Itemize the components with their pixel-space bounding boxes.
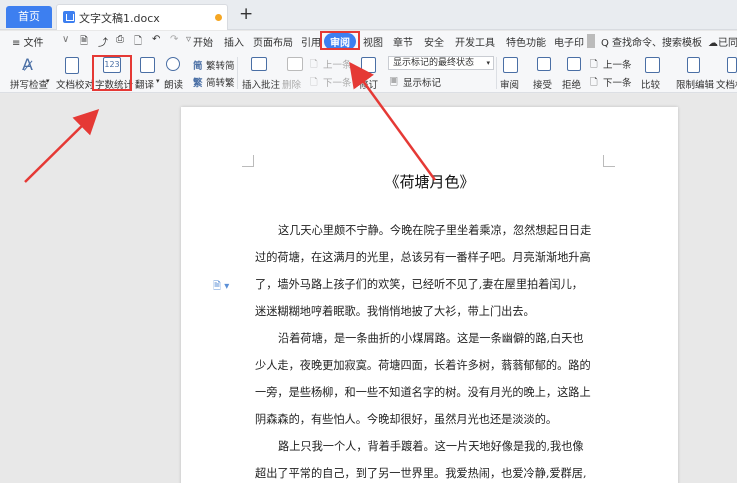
paragraph-options-icon[interactable]: 🗎 ▾ bbox=[213, 279, 229, 296]
new-tab-button[interactable]: + bbox=[239, 4, 253, 24]
unsaved-indicator-icon bbox=[215, 14, 222, 21]
review-pane-icon bbox=[503, 57, 518, 73]
menu-tab-developer[interactable]: 开发工具 bbox=[455, 34, 495, 49]
translate-label: 翻译 bbox=[135, 80, 155, 91]
text-line[interactable]: 这几天心里颇不宁静。今晚在院子里坐着乘凉，忽然想起日日走 bbox=[255, 217, 605, 244]
word-count-highlight-box bbox=[92, 55, 132, 91]
compare-label: 比较 bbox=[641, 80, 661, 91]
markup-mode-select[interactable]: 显示标记的最终状态 ▾ bbox=[388, 56, 494, 70]
translate-dropdown-icon[interactable]: ▾ bbox=[156, 77, 160, 85]
menu-tab-view[interactable]: 视图 bbox=[363, 34, 383, 49]
text-line[interactable]: 沿着荷塘，是一条曲折的小煤屑路。这是一条幽僻的路,白天也 bbox=[255, 325, 605, 352]
track-changes-icon bbox=[361, 57, 376, 73]
accept-check-icon bbox=[537, 57, 551, 71]
page-corner-mark bbox=[242, 155, 254, 167]
reject-icon bbox=[567, 57, 581, 71]
doc-rights-icon bbox=[727, 57, 737, 73]
quick-access-save-icon[interactable]: 🗎 bbox=[80, 34, 88, 51]
document-body[interactable]: 这几天心里颇不宁静。今晚在院子里坐着乘凉，忽然想起日日走 过的荷塘，在这满月的光… bbox=[255, 217, 605, 483]
tab-bar: 首页 文字文稿1.docx + bbox=[0, 0, 737, 30]
spellcheck-label: 拼写检查 bbox=[10, 80, 49, 91]
page-corner-mark bbox=[603, 155, 615, 167]
menu-bar: ≡ 文件 ∨ 🗎 ⤴ ⎙ 🗋 ↶ ↷ ▿ 开始 插入 页面布局 引用 审阅 视图… bbox=[0, 31, 737, 53]
compare-icon bbox=[645, 57, 660, 73]
text-line[interactable]: 过的荷塘，在这满月的光里，总该另有一番样子吧。月亮渐渐地升高 bbox=[255, 244, 605, 271]
ribbon-divider bbox=[496, 57, 497, 89]
menu-tab-home[interactable]: 开始 bbox=[193, 34, 213, 49]
document-workspace[interactable]: 《荷塘月色》 这几天心里颇不宁静。今晚在院子里坐着乘凉，忽然想起日日走 过的荷塘… bbox=[0, 94, 737, 483]
accept-label: 接受 bbox=[533, 80, 553, 91]
delete-comment-icon bbox=[287, 57, 303, 71]
menu-overflow-icon[interactable] bbox=[587, 34, 595, 48]
menu-tab-insert[interactable]: 插入 bbox=[224, 34, 244, 49]
document-page[interactable]: 《荷塘月色》 这几天心里颇不宁静。今晚在院子里坐着乘凉，忽然想起日日走 过的荷塘… bbox=[181, 107, 678, 483]
doc-check-icon bbox=[65, 57, 79, 74]
restrict-edit-label: 限制编辑 bbox=[676, 80, 715, 91]
redo-icon[interactable]: ↷ bbox=[170, 34, 178, 45]
tab-document[interactable]: 文字文稿1.docx bbox=[56, 4, 228, 30]
menu-tab-features[interactable]: 特色功能 bbox=[506, 34, 546, 49]
trad-to-simp-icon: 简 bbox=[193, 61, 203, 72]
text-line[interactable]: 一旁，是些杨柳，和一些不知道名字的树。没有月光的晚上，这路上 bbox=[255, 379, 605, 406]
prev-comment-icon: 🗋 bbox=[310, 59, 318, 70]
doc-rights-label: 文档权 bbox=[716, 80, 737, 91]
text-line[interactable]: 迷迷糊糊地哼着眠歌。我悄悄地披了大衫，带上门出去。 bbox=[255, 298, 605, 325]
file-dropdown-chevron-icon[interactable]: ∨ bbox=[62, 34, 69, 45]
menu-tab-layout[interactable]: 页面布局 bbox=[253, 34, 293, 49]
delete-comment-label: 删除 bbox=[282, 80, 302, 91]
next-change-icon: 🗋 bbox=[590, 77, 598, 88]
cloud-icon: ☁ bbox=[708, 38, 718, 49]
markup-mode-dropdown-icon: ▾ bbox=[486, 59, 490, 67]
insert-comment-icon bbox=[251, 57, 267, 71]
prev-change-label: 上一条 bbox=[603, 60, 632, 71]
reject-label: 拒绝 bbox=[562, 80, 582, 91]
doc-check-label: 文档校对 bbox=[56, 80, 95, 91]
restrict-edit-icon bbox=[687, 57, 700, 73]
spellcheck-dropdown-icon[interactable]: ▾ bbox=[46, 77, 50, 85]
next-comment-icon: 🗋 bbox=[310, 77, 318, 88]
read-aloud-label: 朗读 bbox=[164, 80, 184, 91]
translate-icon bbox=[140, 57, 155, 73]
share-button[interactable]: ☁已同 bbox=[708, 34, 737, 49]
simp-to-trad-label: 简转繁 bbox=[206, 78, 235, 89]
file-menu[interactable]: ≡ 文件 bbox=[12, 34, 44, 49]
quick-access-preview-icon[interactable]: 🗋 bbox=[134, 34, 142, 51]
show-markup-label: 显示标记 bbox=[403, 78, 442, 89]
spellcheck-icon: A̷ bbox=[22, 55, 33, 74]
next-comment-label: 下一条 bbox=[323, 78, 352, 89]
menu-tab-references[interactable]: 引用 bbox=[301, 34, 321, 49]
document-tab-label: 文字文稿1.docx bbox=[79, 12, 160, 25]
text-line[interactable]: 阴森森的，有些怕人。今晚却很好，虽然月光也还是淡淡的。 bbox=[255, 406, 605, 433]
document-title[interactable]: 《荷塘月色》 bbox=[181, 171, 678, 192]
word-document-icon bbox=[63, 11, 75, 23]
text-line[interactable]: 了，墙外马路上孩子们的欢笑，已经听不见了,妻在屋里拍着闰儿， bbox=[255, 271, 605, 298]
command-search[interactable]: Q 查找命令、搜索模板 bbox=[601, 34, 702, 49]
prev-comment-label: 上一条 bbox=[323, 60, 352, 71]
insert-comment-label: 插入批注 bbox=[242, 80, 281, 91]
trad-to-simp-label: 繁转简 bbox=[206, 61, 235, 72]
read-aloud-icon bbox=[166, 57, 180, 71]
tab-home[interactable]: 首页 bbox=[6, 6, 52, 28]
show-markup-icon: 🗏 bbox=[390, 77, 398, 88]
review-tab-highlight-box bbox=[320, 31, 360, 50]
simp-to-trad-icon: 繁 bbox=[193, 78, 203, 89]
prev-change-icon: 🗋 bbox=[590, 59, 598, 70]
menu-tab-e-seal[interactable]: 电子印 bbox=[554, 34, 584, 49]
quick-access-print-icon[interactable]: ⎙ bbox=[116, 34, 124, 45]
text-line[interactable]: 少人走，夜晚更加寂寞。荷塘四面，长着许多树，蓊蓊郁郁的。路的 bbox=[255, 352, 605, 379]
review-pane-label: 审阅 bbox=[500, 80, 520, 91]
markup-mode-value: 显示标记的最终状态 bbox=[393, 58, 475, 68]
menu-tab-security[interactable]: 安全 bbox=[424, 34, 444, 49]
text-line[interactable]: 超出了平常的自己，到了另一世界里。我爱热闹，也爱冷静,爱群居, bbox=[255, 460, 605, 483]
menu-tab-section[interactable]: 章节 bbox=[393, 34, 413, 49]
quick-access-more-icon[interactable]: ▿ bbox=[186, 34, 191, 45]
undo-icon[interactable]: ↶ bbox=[152, 34, 160, 45]
next-change-label: 下一条 bbox=[603, 78, 632, 89]
ribbon-divider bbox=[237, 57, 238, 89]
text-line[interactable]: 路上只我一个人，背着手踱着。这一片天地好像是我的,我也像 bbox=[255, 433, 605, 460]
quick-access-export-icon[interactable]: ⤴ bbox=[98, 34, 108, 49]
track-changes-label: 修订 bbox=[359, 80, 379, 91]
